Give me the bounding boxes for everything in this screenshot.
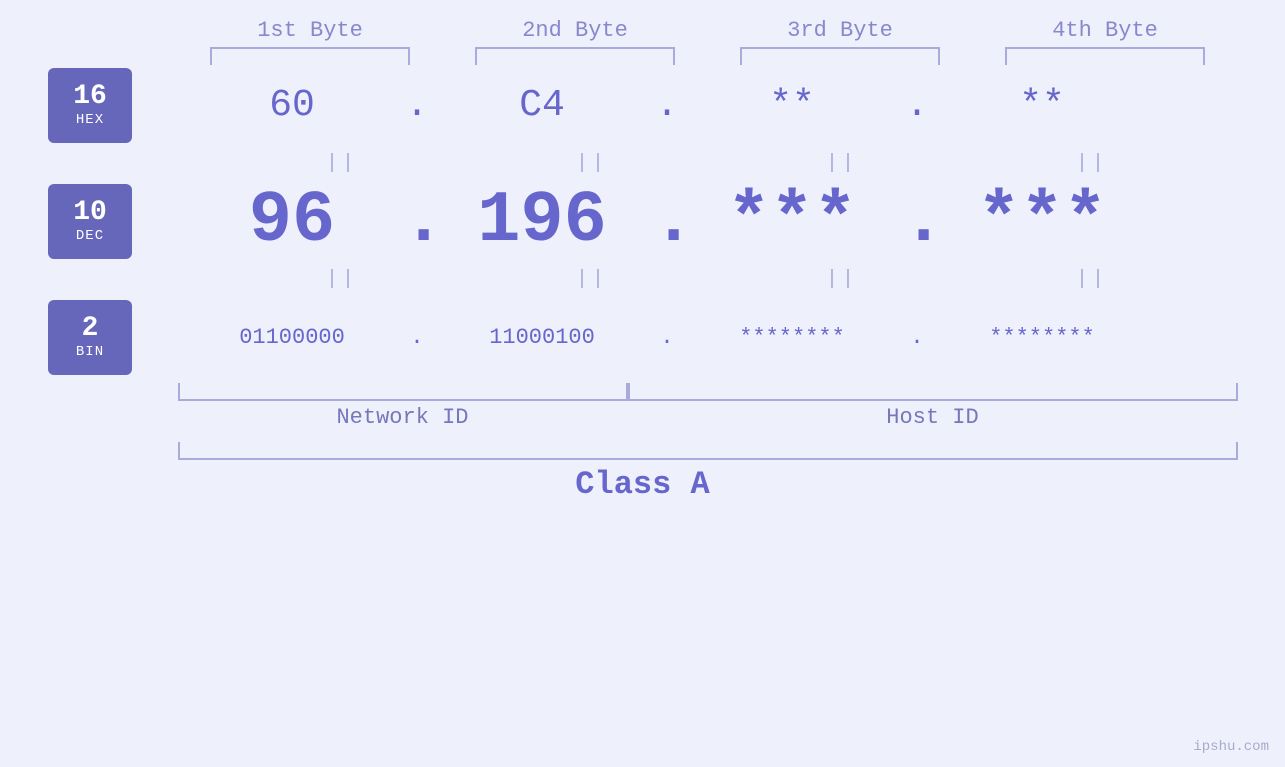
hex-dot3: .: [902, 84, 932, 127]
class-bracket: [178, 442, 1238, 460]
dec-dot3: .: [902, 180, 932, 262]
host-bracket: [628, 383, 1238, 401]
equals-area-2: || || || ||: [232, 268, 1285, 291]
eq1-b1: ||: [232, 152, 452, 175]
bracket-byte3: [740, 47, 940, 65]
byte4-header: 4th Byte: [995, 18, 1215, 43]
bin-byte3: ********: [682, 325, 902, 350]
equals-area-1: || || || ||: [232, 152, 1285, 175]
id-labels: Network ID Host ID: [178, 405, 1238, 430]
byte-headers: 1st Byte 2nd Byte 3rd Byte 4th Byte: [178, 18, 1238, 43]
watermark: ipshu.com: [1193, 739, 1269, 755]
bin-values: 01100000 . 11000100 . ******** . *******…: [182, 325, 1285, 350]
eq2-b1: ||: [232, 268, 452, 291]
eq1-b4: ||: [982, 152, 1202, 175]
dec-byte3: ***: [682, 180, 902, 262]
hex-badge: 16 HEX: [48, 68, 132, 143]
hex-badge-label: HEX: [76, 112, 104, 128]
dec-dot1: .: [402, 180, 432, 262]
bracket-byte1: [210, 47, 410, 65]
network-id-label: Network ID: [178, 405, 628, 430]
bin-dot1: .: [402, 325, 432, 350]
main-container: 1st Byte 2nd Byte 3rd Byte 4th Byte 16 H…: [0, 0, 1285, 767]
dec-byte4: ***: [932, 180, 1152, 262]
bottom-brackets: [178, 383, 1238, 401]
bin-dot2: .: [652, 325, 682, 350]
hex-byte2: C4: [432, 84, 652, 127]
hex-row: 16 HEX 60 . C4 . ** . **: [0, 65, 1285, 145]
equals-row-2: || || || ||: [0, 261, 1285, 297]
bin-badge: 2 BIN: [48, 300, 132, 375]
eq2-b3: ||: [732, 268, 952, 291]
hex-badge-num: 16: [73, 82, 107, 113]
bin-badge-num: 2: [82, 314, 99, 345]
dec-badge-label: DEC: [76, 228, 104, 244]
bin-badge-label: BIN: [76, 344, 104, 360]
top-brackets: [178, 47, 1238, 65]
dec-badge: 10 DEC: [48, 184, 132, 259]
eq1-b3: ||: [732, 152, 952, 175]
bracket-byte2: [475, 47, 675, 65]
byte3-header: 3rd Byte: [730, 18, 950, 43]
network-bracket: [178, 383, 628, 401]
hex-byte3: **: [682, 84, 902, 127]
bin-row: 2 BIN 01100000 . 11000100 . ******** . *…: [0, 297, 1285, 377]
bin-byte4: ********: [932, 325, 1152, 350]
eq2-b2: ||: [482, 268, 702, 291]
hex-values: 60 . C4 . ** . **: [182, 84, 1285, 127]
dec-dot2: .: [652, 180, 682, 262]
dec-badge-num: 10: [73, 198, 107, 229]
eq2-b4: ||: [982, 268, 1202, 291]
hex-byte4: **: [932, 84, 1152, 127]
byte1-header: 1st Byte: [200, 18, 420, 43]
class-label: Class A: [575, 466, 709, 503]
dec-byte1: 96: [182, 180, 402, 262]
hex-dot1: .: [402, 84, 432, 127]
host-id-label: Host ID: [628, 405, 1238, 430]
bracket-byte4: [1005, 47, 1205, 65]
hex-dot2: .: [652, 84, 682, 127]
eq1-b2: ||: [482, 152, 702, 175]
dec-row: 10 DEC 96 . 196 . *** . ***: [0, 181, 1285, 261]
hex-byte1: 60: [182, 84, 402, 127]
dec-byte2: 196: [432, 180, 652, 262]
class-bracket-row: [178, 442, 1238, 460]
bin-byte1: 01100000: [182, 325, 402, 350]
bin-dot3: .: [902, 325, 932, 350]
bin-byte2: 11000100: [432, 325, 652, 350]
class-label-row: Class A: [0, 466, 1285, 503]
byte2-header: 2nd Byte: [465, 18, 685, 43]
equals-row-1: || || || ||: [0, 145, 1285, 181]
dec-values: 96 . 196 . *** . ***: [182, 180, 1285, 262]
